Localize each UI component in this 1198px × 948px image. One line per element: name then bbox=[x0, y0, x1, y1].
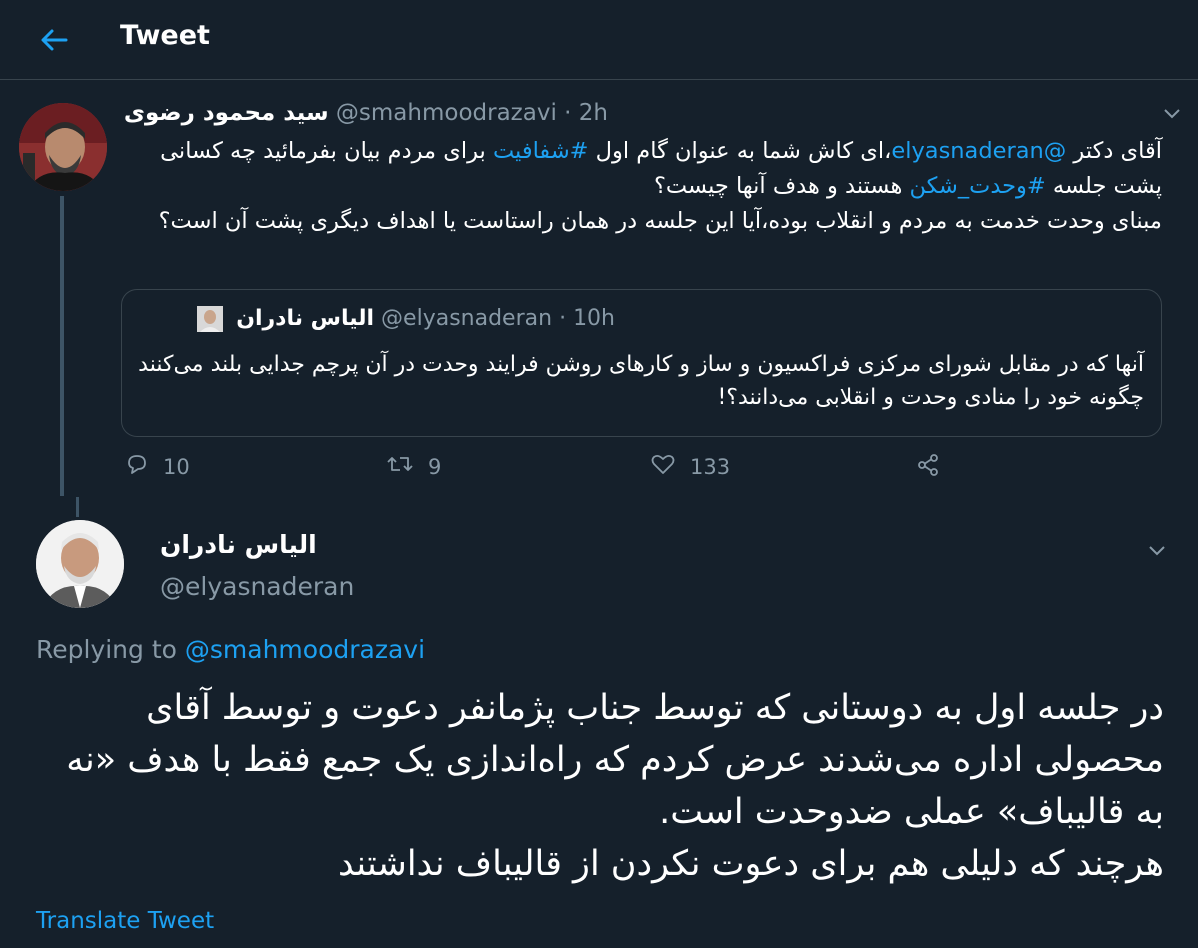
hashtag-link[interactable]: #شفافیت bbox=[493, 138, 589, 164]
author-name[interactable]: سید محمود رضوی bbox=[124, 100, 329, 126]
avatar[interactable] bbox=[19, 103, 107, 191]
tweet-time: 10h bbox=[573, 306, 615, 331]
page-title: Tweet bbox=[120, 20, 210, 51]
reply-count: 10 bbox=[163, 454, 190, 479]
avatar bbox=[197, 306, 224, 332]
reply-icon bbox=[125, 452, 149, 481]
translate-tweet-link[interactable]: Translate Tweet bbox=[36, 908, 214, 934]
avatar[interactable] bbox=[36, 520, 124, 608]
text-segment: هستند و هدف آنها چیست؟ bbox=[653, 173, 910, 199]
separator-dot: · bbox=[559, 306, 567, 331]
text-segment: آقای دکتر bbox=[1066, 138, 1162, 164]
back-arrow-icon[interactable] bbox=[36, 22, 72, 58]
retweet-count: 9 bbox=[428, 454, 442, 479]
author-name[interactable]: الیاس نادران bbox=[160, 530, 317, 559]
thread-connector bbox=[60, 196, 64, 496]
text-paragraph: در جلسه اول به دوستانی که توسط جناب پژما… bbox=[66, 688, 1164, 832]
replying-prefix: Replying to bbox=[36, 635, 185, 664]
quoted-tweet-header: الیاس نادران @elyasnaderan · 10h bbox=[197, 306, 615, 332]
author-handle[interactable]: @smahmoodrazavi bbox=[336, 100, 557, 126]
hashtag-link[interactable]: #وحدت_شکن bbox=[909, 173, 1045, 199]
chevron-down-icon[interactable] bbox=[1145, 543, 1169, 559]
heart-icon bbox=[650, 452, 676, 481]
text-segment: ،ای کاش شما به عنوان گام اول bbox=[588, 138, 892, 164]
author-name: الیاس نادران bbox=[236, 306, 375, 331]
replying-handle-link[interactable]: @smahmoodrazavi bbox=[185, 635, 425, 664]
like-button[interactable]: 133 bbox=[650, 452, 730, 481]
retweet-button[interactable]: 9 bbox=[386, 452, 441, 481]
tweet-text: آقای دکتر @elyasnaderan،ای کاش شما به عن… bbox=[150, 134, 1162, 239]
main-tweet-text: در جلسه اول به دوستانی که توسط جناب پژما… bbox=[36, 682, 1164, 890]
separator-dot: · bbox=[564, 100, 572, 126]
tweet-time[interactable]: 2h bbox=[579, 100, 608, 126]
tweet-actions: 10 9 133 bbox=[120, 452, 960, 486]
mention-link[interactable]: @elyasnaderan bbox=[891, 138, 1066, 164]
chevron-down-icon[interactable] bbox=[1160, 106, 1184, 122]
quoted-tweet-text: آنها که در مقابل شورای مرکزی فراکسیون و … bbox=[138, 352, 1144, 410]
like-count: 133 bbox=[690, 454, 731, 479]
retweet-icon bbox=[386, 452, 414, 481]
author-handle: @elyasnaderan bbox=[381, 306, 553, 331]
share-icon bbox=[915, 452, 941, 483]
share-button[interactable] bbox=[915, 452, 941, 483]
reply-button[interactable]: 10 bbox=[125, 452, 190, 481]
tweet-header: سید محمود رضوی @smahmoodrazavi · 2h bbox=[124, 100, 608, 126]
text-paragraph: مبنای وحدت خدمت به مردم و انقلاب بوده،آی… bbox=[158, 208, 1162, 234]
thread-connector-tail bbox=[76, 497, 79, 517]
author-handle[interactable]: @elyasnaderan bbox=[160, 572, 354, 601]
text-paragraph: هرچند که دلیلی هم برای دعوت نکردن از قال… bbox=[338, 844, 1164, 884]
replying-to: Replying to @smahmoodrazavi bbox=[36, 635, 425, 664]
